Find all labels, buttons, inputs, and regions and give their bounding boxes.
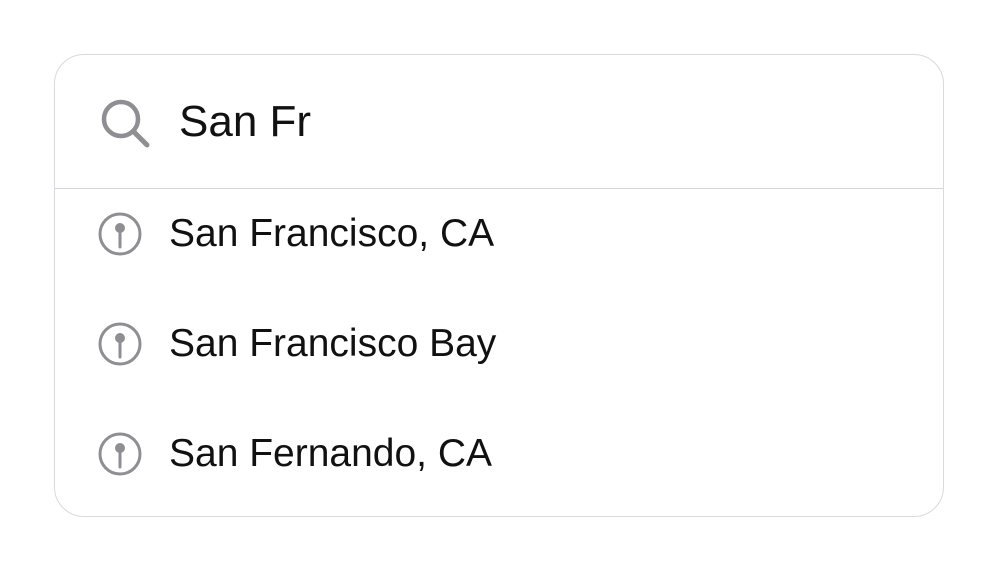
suggestion-item[interactable]: San Francisco, CA — [55, 189, 943, 279]
map-pin-icon — [98, 432, 142, 476]
suggestion-label: San Francisco, CA — [169, 212, 495, 255]
suggestion-item[interactable]: San Francisco Bay — [55, 299, 943, 389]
search-input[interactable] — [179, 89, 879, 155]
search-bar[interactable] — [55, 55, 943, 189]
search-icon — [101, 99, 150, 148]
location-search-card: San Francisco, CA San Francisco Bay San … — [54, 54, 944, 517]
map-pin-icon — [98, 322, 142, 366]
suggestion-label: San Francisco Bay — [169, 322, 497, 365]
suggestion-item[interactable]: San Fernando, CA — [55, 409, 943, 499]
suggestion-label: San Fernando, CA — [169, 432, 493, 475]
map-pin-icon — [98, 212, 142, 256]
